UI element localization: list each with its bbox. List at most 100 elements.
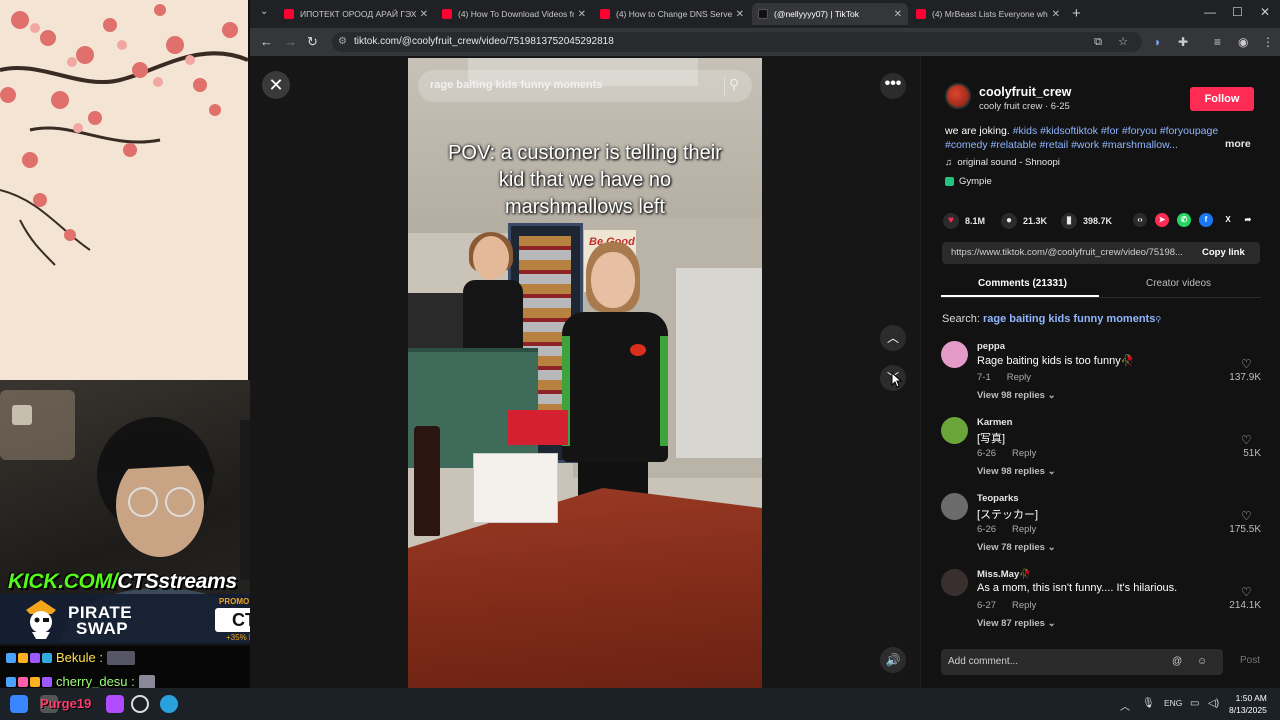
network-icon[interactable]: ▭ bbox=[1190, 698, 1199, 709]
search-icon[interactable]: ⚲ bbox=[1155, 315, 1161, 324]
comment-reply-button[interactable]: Reply bbox=[1012, 600, 1036, 611]
browser-tab-active[interactable]: (@nellyyyy07) | TikTok ✕ bbox=[752, 3, 908, 25]
tab-search-chevron-icon[interactable]: ⌄ bbox=[260, 6, 268, 17]
tab-close-icon[interactable]: ✕ bbox=[1048, 9, 1060, 20]
view-replies-button[interactable]: View 87 replies ⌄ bbox=[977, 618, 1056, 629]
url-bar[interactable]: ⚙ tiktok.com/@coolyfruit_crew/video/7519… bbox=[332, 32, 1142, 52]
hashtags-line-2[interactable]: #comedy #relatable #retail #work #marshm… bbox=[945, 139, 1178, 151]
tab-creator-videos[interactable]: Creator videos bbox=[1146, 278, 1211, 289]
bookmark-star-icon[interactable]: ☆ bbox=[1118, 32, 1128, 52]
view-replies-button[interactable]: View 98 replies ⌄ bbox=[977, 466, 1056, 477]
comment-meta: 6-26 Reply bbox=[977, 524, 1036, 535]
video-search-bar[interactable]: rage baiting kids funny moments ⚲ bbox=[418, 70, 752, 102]
comment-search-suggestion[interactable]: Search: rage baiting kids funny moments⚲ bbox=[942, 313, 1161, 325]
at-icon[interactable]: @ bbox=[1172, 656, 1182, 667]
tab-close-icon[interactable]: ✕ bbox=[416, 9, 428, 20]
view-replies-button[interactable]: View 98 replies ⌄ bbox=[977, 390, 1056, 401]
location-link[interactable]: Gympie bbox=[945, 176, 992, 187]
comment-icon[interactable]: ● bbox=[1001, 213, 1017, 229]
hashtags-line-1[interactable]: #kids #kidsoftiktok #for #foryou #foryou… bbox=[1013, 125, 1218, 137]
add-comment-input[interactable]: Add comment... @ ☺ bbox=[941, 649, 1223, 675]
microphone-icon[interactable]: 🎙 bbox=[1142, 698, 1155, 709]
tab-close-icon[interactable]: ✕ bbox=[574, 9, 586, 20]
comment-username[interactable]: Teoparks bbox=[977, 493, 1019, 504]
tab-close-icon[interactable]: ✕ bbox=[890, 9, 902, 20]
speaker-icon[interactable]: ◁) bbox=[1208, 698, 1219, 709]
extensions-icon[interactable]: ✚ bbox=[1178, 35, 1188, 49]
forward-icon[interactable]: → bbox=[284, 34, 297, 49]
copy-link-button[interactable]: Copy link bbox=[1202, 247, 1245, 258]
maximize-icon[interactable]: ☐ bbox=[1232, 5, 1243, 19]
author-avatar[interactable] bbox=[945, 83, 971, 109]
comment-heart-icon[interactable]: ♡ bbox=[1241, 585, 1252, 599]
share-url[interactable]: https://www.tiktok.com/@coolyfruit_crew/… bbox=[951, 247, 1195, 258]
comment-reply-button[interactable]: Reply bbox=[1012, 448, 1036, 459]
browser-tab[interactable]: (4) MrBeast Lists Everyone who ✕ bbox=[910, 3, 1066, 25]
bookmark-icon[interactable]: ▮ bbox=[1061, 213, 1077, 229]
language-indicator[interactable]: ENG bbox=[1164, 698, 1182, 708]
more-icon[interactable]: ••• bbox=[880, 73, 906, 99]
view-replies-button[interactable]: View 78 replies ⌄ bbox=[977, 542, 1056, 553]
comments-count: 21.3K bbox=[1023, 216, 1048, 226]
comment-heart-icon[interactable]: ♡ bbox=[1241, 433, 1252, 447]
active-tab-indicator bbox=[941, 295, 1099, 297]
reload-icon[interactable]: ↻ bbox=[307, 34, 318, 50]
comment-avatar[interactable] bbox=[941, 417, 968, 444]
browser-tab[interactable]: (4) How to Change DNS Server ✕ bbox=[594, 3, 750, 25]
comment-reply-button[interactable]: Reply bbox=[1007, 372, 1031, 383]
comment-avatar[interactable] bbox=[941, 493, 968, 520]
comment-heart-icon[interactable]: ♡ bbox=[1241, 357, 1252, 371]
follow-button[interactable]: Follow bbox=[1190, 87, 1254, 111]
save-stat[interactable]: ▮ 398.7K bbox=[1061, 213, 1112, 229]
comment-reply-button[interactable]: Reply bbox=[1012, 524, 1036, 535]
sound-link[interactable]: ♫ original sound - Shnoopi bbox=[945, 157, 1060, 168]
close-icon[interactable]: ✕ bbox=[262, 71, 290, 99]
browser-tab[interactable]: ИПОТЕКТ ОРООД АРАЙ ГЭХ ✕ bbox=[278, 3, 434, 25]
send-to-friends-icon[interactable]: ➤ bbox=[1155, 213, 1169, 227]
comment-heart-icon[interactable]: ♡ bbox=[1241, 509, 1252, 523]
comment-text: Rage baiting kids is too funny🥀 bbox=[977, 355, 1135, 367]
chevron-up-icon[interactable]: ︿ bbox=[880, 325, 906, 351]
tray-chevron-icon[interactable]: ︿ bbox=[1120, 698, 1130, 713]
volume-icon[interactable]: 🔊 bbox=[880, 647, 906, 673]
post-button[interactable]: Post bbox=[1240, 655, 1260, 666]
comment-avatar[interactable] bbox=[941, 341, 968, 368]
description-more-link[interactable]: more bbox=[1225, 138, 1251, 150]
search-query[interactable]: rage baiting kids funny moments bbox=[983, 313, 1155, 325]
taskbar-app-icon[interactable] bbox=[131, 695, 149, 713]
comment-stat[interactable]: ● 21.3K bbox=[1001, 213, 1047, 229]
comment-avatar[interactable] bbox=[941, 569, 968, 596]
minimize-icon[interactable]: — bbox=[1204, 5, 1216, 19]
share-icon[interactable]: ➦ bbox=[1241, 213, 1255, 227]
window-close-icon[interactable]: ✕ bbox=[1260, 5, 1270, 19]
comment-text: [写真] bbox=[977, 433, 1006, 445]
x-icon[interactable]: X bbox=[1221, 213, 1235, 227]
tab-close-icon[interactable]: ✕ bbox=[732, 9, 744, 20]
extension-audio-icon[interactable]: ◗ bbox=[1154, 35, 1161, 49]
install-app-icon[interactable]: ⧉ bbox=[1094, 32, 1102, 52]
comment-username[interactable]: Miss.May🥀 bbox=[977, 569, 1031, 580]
site-info-icon[interactable]: ⚙ bbox=[338, 32, 347, 52]
system-clock[interactable]: 1:50 AM 8/13/2025 bbox=[1229, 692, 1267, 716]
video-player[interactable]: Be Good rage b bbox=[408, 58, 762, 688]
comment-username[interactable]: peppa bbox=[977, 341, 1005, 352]
profile-icon[interactable]: ◉ bbox=[1238, 35, 1248, 49]
heart-icon[interactable]: ♥ bbox=[943, 213, 959, 229]
telegram-icon[interactable] bbox=[160, 695, 178, 713]
taskbar-app-icon[interactable] bbox=[106, 695, 124, 713]
author-username[interactable]: coolyfruit_crew bbox=[979, 85, 1071, 99]
embed-icon[interactable]: ‹› bbox=[1133, 213, 1147, 227]
back-icon[interactable]: ← bbox=[260, 34, 273, 49]
browser-tab[interactable]: (4) How To Download Videos fr ✕ bbox=[436, 3, 592, 25]
media-control-icon[interactable]: ≡ bbox=[1214, 35, 1221, 49]
new-tab-icon[interactable]: + bbox=[1072, 5, 1081, 22]
tab-comments[interactable]: Comments (21331) bbox=[978, 278, 1067, 289]
emoji-icon[interactable]: ☺ bbox=[1197, 656, 1207, 667]
comment-username[interactable]: Karmen bbox=[977, 417, 1012, 428]
facebook-icon[interactable]: f bbox=[1199, 213, 1213, 227]
start-icon[interactable] bbox=[10, 695, 28, 713]
whatsapp-icon[interactable]: ✆ bbox=[1177, 213, 1191, 227]
browser-menu-icon[interactable]: ⋮ bbox=[1262, 35, 1274, 49]
like-stat[interactable]: ♥ 8.1M bbox=[943, 213, 985, 229]
search-icon[interactable]: ⚲ bbox=[724, 76, 744, 96]
